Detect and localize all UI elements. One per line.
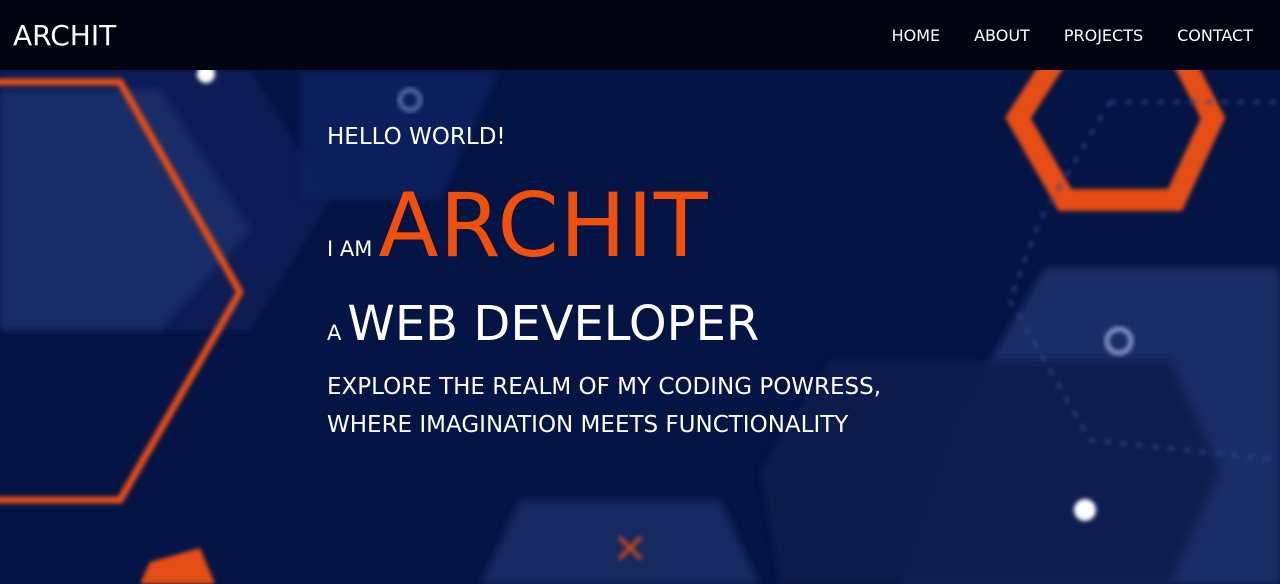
hero-name-line: I AM ARCHIT <box>327 182 881 290</box>
hero-name-prefix: I AM <box>327 237 373 261</box>
navbar: ARCHIT HOME ABOUT PROJECTS CONTACT <box>0 0 1280 70</box>
hero-section: HELLO WORLD! I AM ARCHIT A WEB DEVELOPER… <box>327 124 881 444</box>
nav-link-contact[interactable]: CONTACT <box>1177 26 1253 45</box>
nav-link-projects[interactable]: PROJECTS <box>1064 26 1143 45</box>
nav-link-about[interactable]: ABOUT <box>974 26 1030 45</box>
hero-role: WEB DEVELOPER <box>347 296 760 352</box>
hero-role-prefix: A <box>327 321 342 345</box>
nav-link-home[interactable]: HOME <box>892 26 941 45</box>
site-logo[interactable]: ARCHIT <box>13 19 116 52</box>
glow-dot <box>1074 499 1096 521</box>
orange-hexagon-fragment <box>140 548 215 584</box>
hero-tagline: EXPLORE THE REALM OF MY CODING POWRESS, … <box>327 368 881 444</box>
hero-name: ARCHIT <box>378 174 709 277</box>
faint-hexagon <box>480 500 760 584</box>
hero-role-line: A WEB DEVELOPER <box>327 300 881 360</box>
nav-links: HOME ABOUT PROJECTS CONTACT <box>892 26 1253 45</box>
hero-tagline-line-1: EXPLORE THE REALM OF MY CODING POWRESS, <box>327 374 882 400</box>
hero-greeting: HELLO WORLD! <box>327 124 506 150</box>
hero-tagline-line-2: WHERE IMAGINATION MEETS FUNCTIONALITY <box>327 412 849 438</box>
